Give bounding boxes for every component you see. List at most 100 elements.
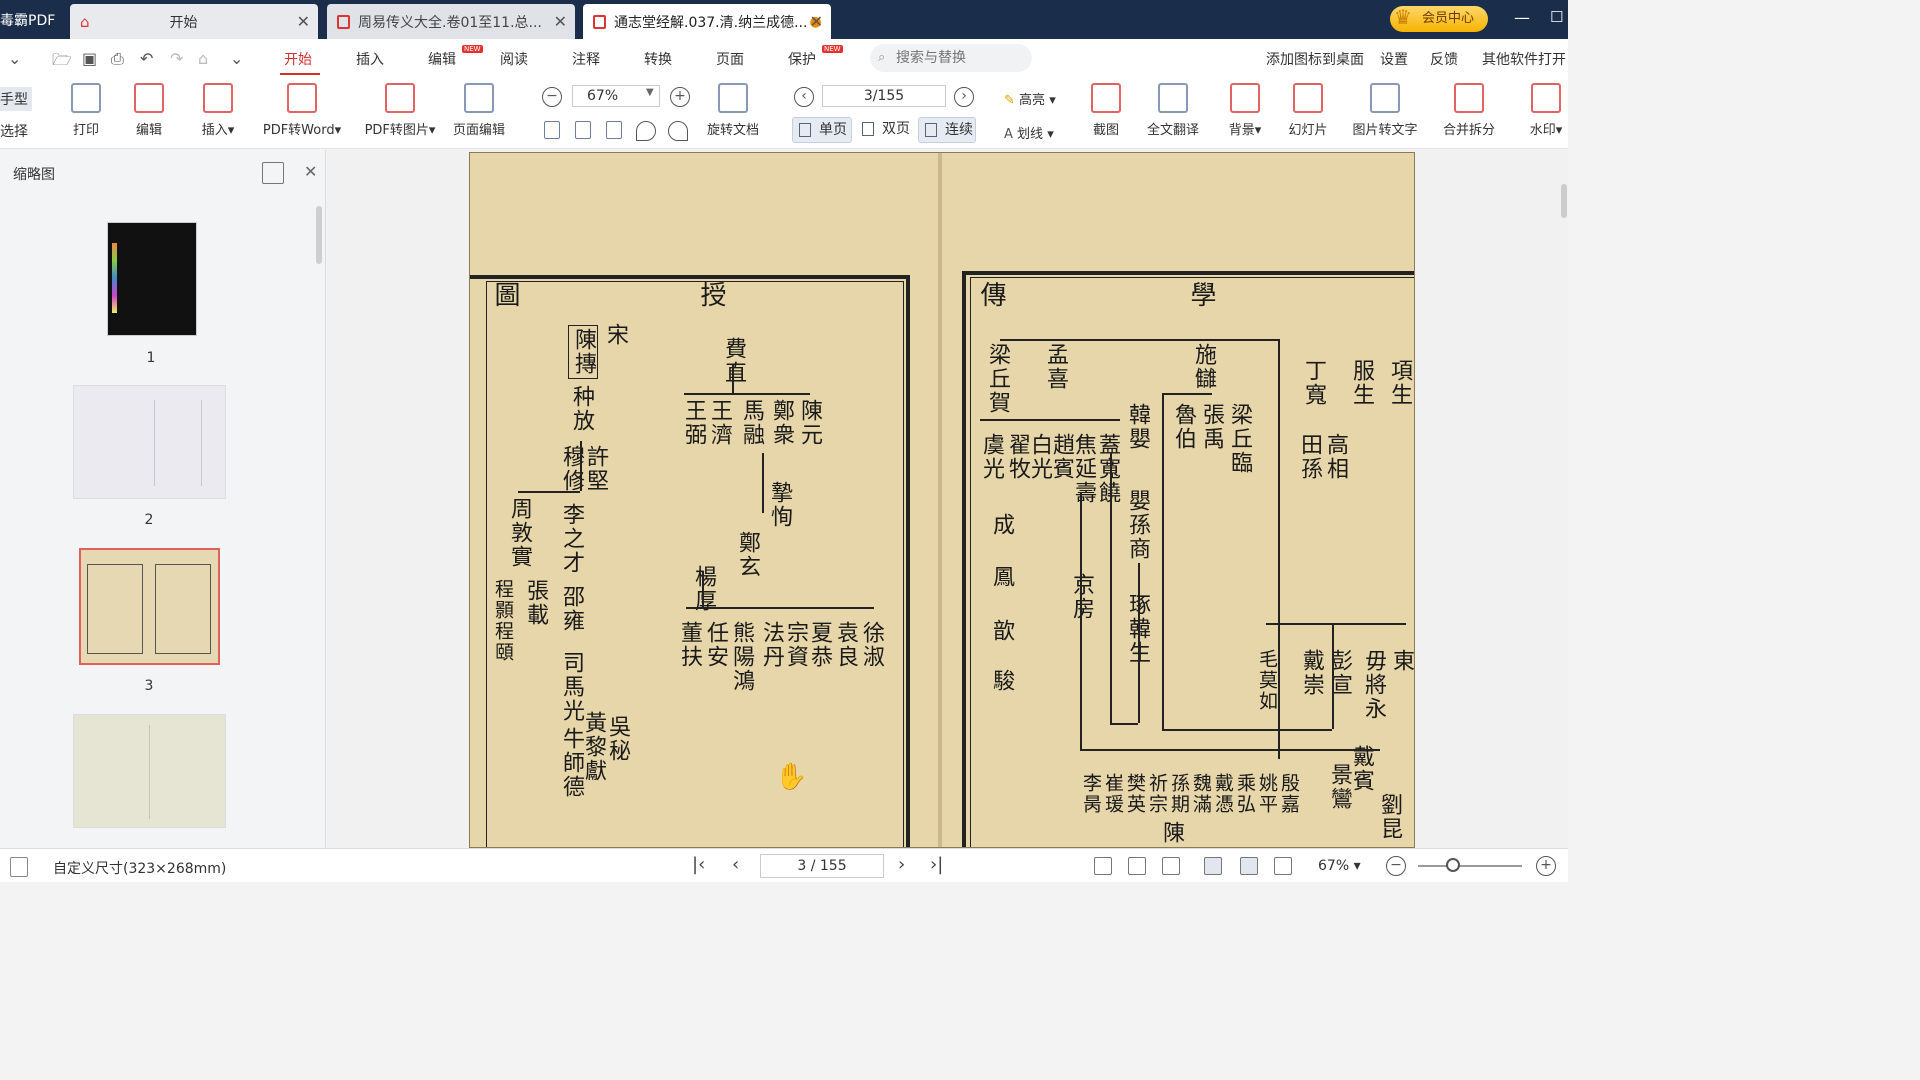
tab-home[interactable]: ⌂ 开始 ✕ xyxy=(70,4,318,39)
open-folder-icon[interactable]: 🗁 xyxy=(52,49,72,76)
save-icon[interactable]: ▣ xyxy=(82,49,97,68)
zoom-in-icon[interactable]: + xyxy=(1536,856,1556,876)
fit-width-icon[interactable] xyxy=(1162,857,1180,875)
page-info-icon[interactable] xyxy=(10,857,28,877)
page-number-field[interactable]: 3/155 xyxy=(822,85,946,107)
close-icon[interactable]: ✕ xyxy=(304,162,317,181)
redo-icon[interactable]: ↷ xyxy=(170,49,183,68)
menu-protect[interactable]: 保护 NEW xyxy=(788,45,843,69)
highlight-button[interactable]: ✎ 高亮 ▾ xyxy=(1004,89,1056,108)
cover-frame xyxy=(154,400,202,486)
settings-link[interactable]: 设置 xyxy=(1380,49,1408,69)
pdf-icon xyxy=(593,14,606,29)
double-page-view-icon[interactable] xyxy=(1274,857,1292,875)
home-icon[interactable]: ⌂ xyxy=(198,49,208,68)
print-icon[interactable]: ⎙ xyxy=(111,49,124,69)
more-icon[interactable]: ⌄ xyxy=(230,49,243,68)
add-desktop-icon-link[interactable]: 添加图标到桌面 xyxy=(1266,49,1364,69)
pdf-to-image-button[interactable]: PDF转图片▾ xyxy=(360,83,440,138)
hand-tool-button[interactable]: 手型 xyxy=(0,87,32,111)
menu-page[interactable]: 页面 xyxy=(716,49,744,69)
status-zoom-value[interactable]: 67% ▾ xyxy=(1318,858,1361,874)
menu-annotate[interactable]: 注释 xyxy=(572,49,600,69)
zoom-slider[interactable] xyxy=(1418,865,1522,867)
single-page-view-icon[interactable] xyxy=(1240,857,1258,875)
rotate-left-icon[interactable] xyxy=(636,121,656,141)
menu-edit[interactable]: 编辑 NEW xyxy=(428,45,483,69)
print-button[interactable]: 打印 xyxy=(70,83,102,138)
document-scrollbar[interactable] xyxy=(1561,184,1567,218)
maximize-icon[interactable]: ☐ xyxy=(1550,8,1563,26)
background-button[interactable]: 背景▾ xyxy=(1224,83,1266,138)
search-input[interactable] xyxy=(870,44,1032,72)
zoom-out-icon[interactable]: − xyxy=(1386,856,1406,876)
pdf-to-word-button[interactable]: PDF转Word▾ xyxy=(256,83,348,138)
fit-page-icon[interactable] xyxy=(575,121,591,139)
open-with-other-link[interactable]: 其他软件打开 xyxy=(1482,49,1566,69)
double-page-view-button[interactable]: 双页 xyxy=(856,117,914,143)
insert-button[interactable]: 插入▾ xyxy=(196,83,240,138)
fit-width-icon[interactable] xyxy=(606,121,622,139)
rotate-document-button[interactable]: 旋转文档 xyxy=(704,83,762,138)
previous-page-icon[interactable]: ‹ xyxy=(732,854,739,875)
status-page-field[interactable]: 3 / 155 xyxy=(760,854,884,878)
chevron-down-icon[interactable]: ▼ xyxy=(646,87,654,98)
next-page-icon[interactable]: › xyxy=(898,854,905,875)
page-text: 殷嘉 xyxy=(1278,773,1300,815)
tab-home-label: 开始 xyxy=(169,14,198,31)
page-text: 袁良 xyxy=(833,621,858,669)
continuous-view-button[interactable]: 连续 xyxy=(918,117,976,143)
vip-center-button[interactable]: ♛ 会员中心 xyxy=(1390,5,1488,32)
page-text: 戴憑 xyxy=(1212,773,1234,815)
page-edit-label: 页面编辑 xyxy=(452,123,505,138)
zoom-out-icon[interactable]: − xyxy=(542,87,562,107)
menu-insert[interactable]: 插入 xyxy=(356,49,384,69)
first-page-icon[interactable]: |‹ xyxy=(692,854,705,875)
rotate-right-icon[interactable] xyxy=(668,121,688,141)
thumbnail-page-1[interactable] xyxy=(107,222,197,336)
tab-document-1[interactable]: 周易传义大全.卷01至11.总... ✕ xyxy=(327,4,575,39)
chevron-down-icon[interactable]: ⌄ xyxy=(8,49,21,68)
menu-read[interactable]: 阅读 xyxy=(500,49,528,69)
thumbnail-page-3-selected[interactable] xyxy=(79,548,220,665)
thumbnail-grid-icon[interactable] xyxy=(262,162,284,184)
thumbnail-page-2[interactable] xyxy=(73,385,226,499)
edit-button[interactable]: 编辑 xyxy=(133,83,165,138)
actual-size-icon[interactable] xyxy=(544,121,560,139)
undo-icon[interactable]: ↶ xyxy=(140,49,153,68)
document-view[interactable]: 圖 授 宋 陳摶 种放 許堅 穆修 李之才 周敦實 程顥程頤 張載 邵雍 司馬光… xyxy=(327,150,1568,848)
page-text: 种放 xyxy=(569,385,594,433)
previous-page-icon[interactable]: ‹ xyxy=(794,87,814,107)
genealogy-line xyxy=(1138,563,1140,723)
image-to-text-button[interactable]: 图片转文字 xyxy=(1350,83,1420,138)
actual-size-icon[interactable] xyxy=(1094,857,1112,875)
close-icon[interactable]: ✕ xyxy=(554,12,567,31)
close-icon[interactable]: ✕ xyxy=(297,12,310,31)
strikethrough-button[interactable]: A 划线 ▾ xyxy=(1004,123,1054,142)
menu-start[interactable]: 开始 xyxy=(284,49,312,69)
last-page-icon[interactable]: ›| xyxy=(930,854,943,875)
watermark-button[interactable]: 水印▾ xyxy=(1526,83,1566,138)
page-text: 法丹 xyxy=(759,621,784,669)
page-edit-button[interactable]: 页面编辑 xyxy=(448,83,510,138)
thumbnail-page-4[interactable] xyxy=(73,714,226,828)
zoom-slider-handle[interactable] xyxy=(1446,858,1460,872)
page-text: 焦延壽 xyxy=(1071,433,1096,505)
single-page-view-button[interactable]: 单页 xyxy=(792,117,852,143)
slideshow-button[interactable]: 幻灯片 xyxy=(1286,83,1330,138)
feedback-link[interactable]: 反馈 xyxy=(1430,49,1458,69)
merge-split-button[interactable]: 合并拆分 xyxy=(1440,83,1498,138)
page-text: 許堅 xyxy=(583,445,608,493)
tab-document-2[interactable]: 通志堂经解.037.清.纳兰成德... ● ✕ xyxy=(583,4,831,39)
screenshot-button[interactable]: 截图 xyxy=(1090,83,1122,138)
full-translate-button[interactable]: 全文翻译 xyxy=(1144,83,1202,138)
thumbnail-scrollbar[interactable] xyxy=(316,206,322,264)
next-page-icon[interactable]: › xyxy=(954,87,974,107)
continuous-view-icon[interactable] xyxy=(1204,857,1222,875)
fit-page-icon[interactable] xyxy=(1128,857,1146,875)
menu-convert[interactable]: 转换 xyxy=(644,49,672,69)
close-icon[interactable]: ✕ xyxy=(810,12,823,31)
minimize-icon[interactable]: — xyxy=(1514,8,1530,27)
select-tool-button[interactable]: 选择 xyxy=(0,121,28,141)
zoom-in-icon[interactable]: + xyxy=(670,87,690,107)
